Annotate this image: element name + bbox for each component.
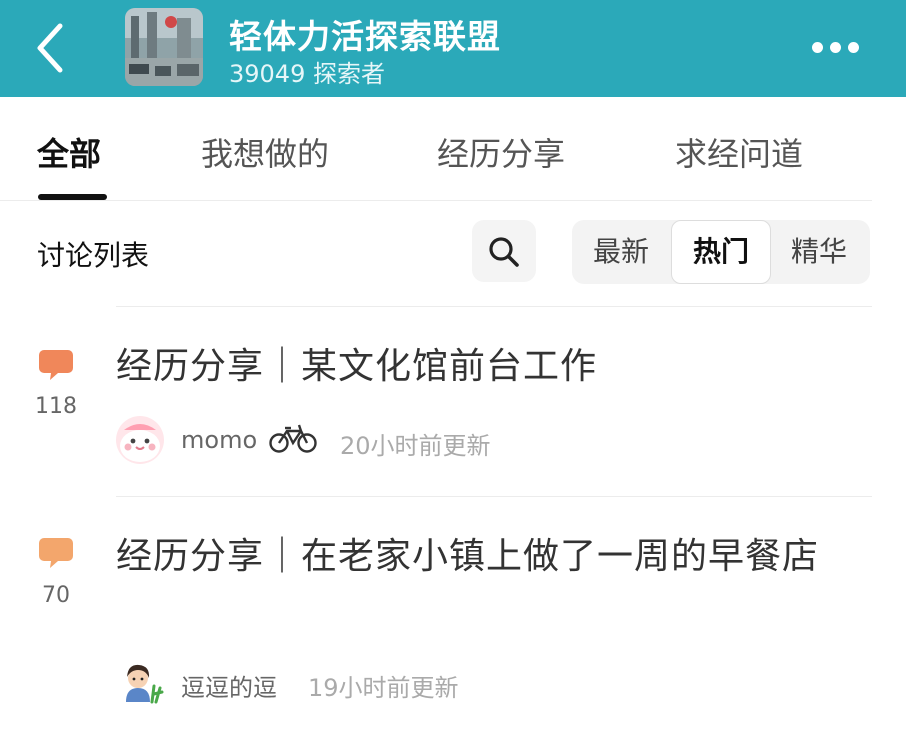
search-icon: [489, 237, 519, 267]
bicycle-icon: [269, 424, 317, 453]
tab-experience-share[interactable]: 经历分享: [437, 129, 565, 175]
more-dots-icon[interactable]: [808, 30, 864, 64]
author-name[interactable]: 逗逗的逗: [181, 668, 277, 703]
avatar[interactable]: [116, 658, 164, 706]
divider: [0, 200, 872, 201]
list-item[interactable]: 70 经历分享｜在老家小镇上做了一周的早餐店 逗逗的逗 19小时前更新: [0, 496, 906, 733]
sort-segmented-control: 最新 热门 精华: [572, 220, 870, 284]
avatar[interactable]: [116, 416, 164, 464]
comment-count: 118: [35, 394, 77, 419]
chevron-left-icon: [37, 23, 63, 73]
comment-icon: [39, 350, 73, 380]
post-title[interactable]: 经历分享｜某文化馆前台工作: [116, 340, 856, 393]
update-time: 20小时前更新: [340, 432, 491, 460]
list-item[interactable]: 118 经历分享｜某文化馆前台工作 momo 20小时前更新: [0, 306, 906, 496]
group-title: 轻体力活探索联盟: [229, 17, 501, 56]
author-name[interactable]: momo: [181, 426, 257, 454]
tab-all[interactable]: 全部: [37, 129, 101, 175]
comment-icon: [39, 538, 73, 568]
comment-count: 70: [42, 583, 70, 608]
update-time: 19小时前更新: [308, 674, 459, 702]
discussion-list-heading: 讨论列表: [37, 239, 150, 272]
post-title[interactable]: 经历分享｜在老家小镇上做了一周的早餐店: [116, 530, 856, 583]
group-header: 轻体力活探索联盟 39049 探索者: [0, 0, 906, 97]
group-avatar[interactable]: [125, 8, 203, 86]
back-button[interactable]: [30, 20, 74, 76]
member-count: 39049 探索者: [229, 60, 385, 88]
sort-latest[interactable]: 最新: [572, 220, 670, 284]
tab-bar: 全部 我想做的 经历分享 求经问道: [0, 97, 906, 201]
sort-hot[interactable]: 热门: [671, 220, 771, 284]
sort-featured[interactable]: 精华: [770, 220, 868, 284]
tab-seek-advice[interactable]: 求经问道: [675, 129, 803, 175]
search-button[interactable]: [472, 220, 536, 282]
tab-want-to-do[interactable]: 我想做的: [201, 129, 329, 175]
